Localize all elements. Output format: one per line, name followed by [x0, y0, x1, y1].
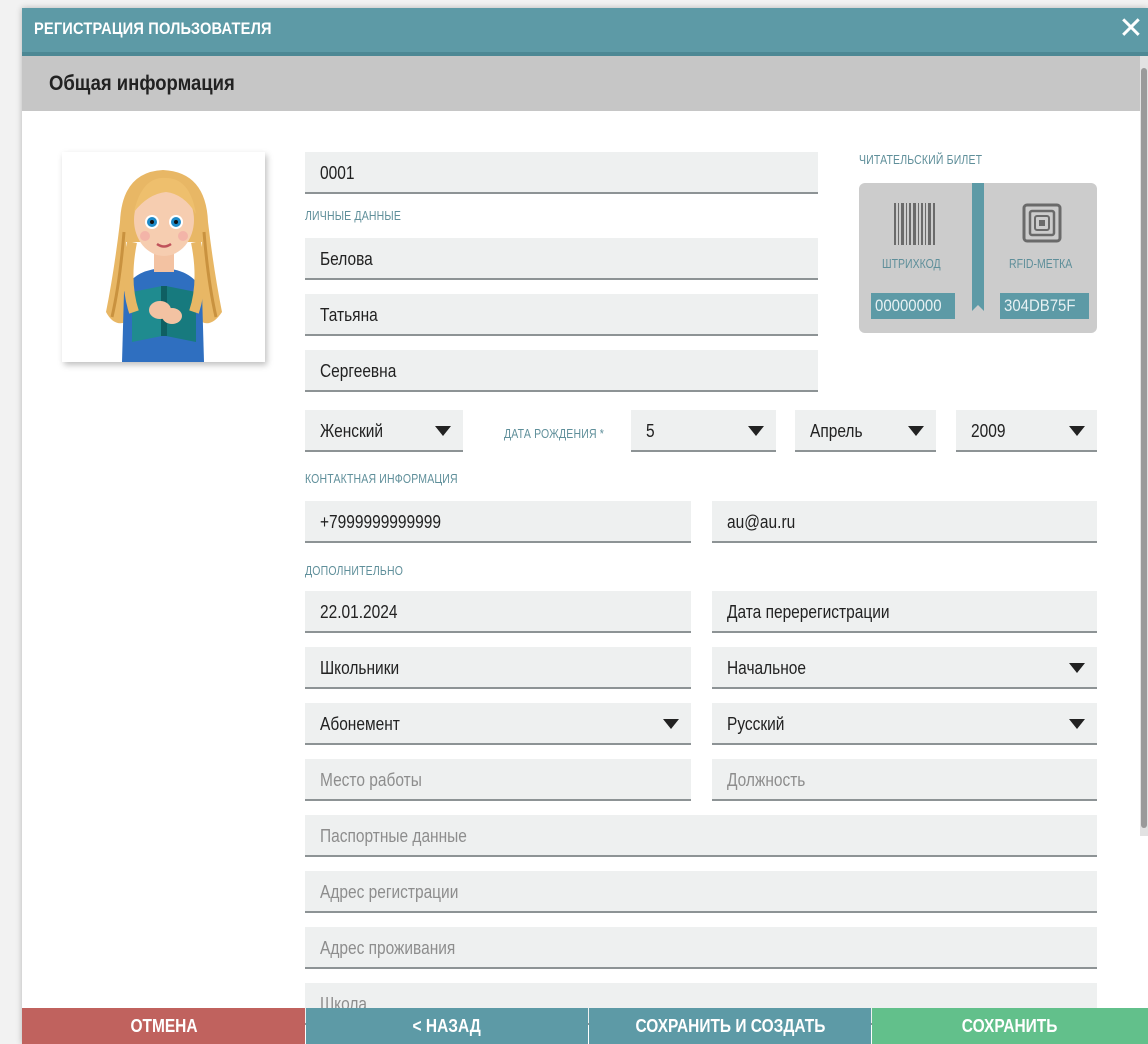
- scrollbar[interactable]: [1140, 56, 1148, 836]
- back-button[interactable]: < НАЗАД: [306, 1008, 588, 1044]
- contact-info-label: КОНТАКТНАЯ ИНФОРМАЦИЯ: [305, 472, 458, 486]
- barcode-caption: ШТРИХКОД: [882, 257, 941, 271]
- section-header: Общая информация: [22, 56, 1148, 111]
- chevron-down-icon: [663, 719, 679, 729]
- rfid-icon: [1022, 203, 1062, 243]
- birth-month-select[interactable]: Апрель: [795, 410, 936, 452]
- barcode-icon: [894, 203, 935, 245]
- reregistration-date-field[interactable]: Дата перерегистрации: [712, 591, 1097, 633]
- chevron-down-icon: [435, 426, 451, 436]
- email-field[interactable]: au@au.ru: [712, 501, 1097, 543]
- scrollbar-thumb[interactable]: [1141, 68, 1147, 828]
- chevron-down-icon: [748, 426, 764, 436]
- section-title: Общая информация: [49, 72, 235, 95]
- card-divider-notch: [972, 305, 984, 311]
- registration-date-field[interactable]: 22.01.2024: [305, 591, 691, 633]
- first-name-field[interactable]: Татьяна: [305, 294, 818, 336]
- education-select[interactable]: Начальное: [712, 647, 1097, 689]
- dialog-title: РЕГИСТРАЦИЯ ПОЛЬЗОВАТЕЛЯ: [34, 19, 272, 38]
- dialog-titlebar: РЕГИСТРАЦИЯ ПОЛЬЗОВАТЕЛЯ ✕: [22, 8, 1148, 52]
- passport-field[interactable]: Паспортные данные: [305, 815, 1097, 857]
- dialog-footer: ОТМЕНА < НАЗАД СОХРАНИТЬ И СОЗДАТЬ СОХРА…: [22, 1008, 1148, 1044]
- close-icon[interactable]: ✕: [1116, 12, 1146, 46]
- card-number-field[interactable]: 0001: [305, 152, 818, 194]
- reader-card-label: ЧИТАТЕЛЬСКИЙ БИЛЕТ: [859, 153, 983, 167]
- last-name-field[interactable]: Белова: [305, 238, 818, 280]
- middle-name-field[interactable]: Сергеевна: [305, 350, 818, 392]
- save-and-create-button[interactable]: СОХРАНИТЬ И СОЗДАТЬ: [589, 1008, 871, 1044]
- category-field[interactable]: Школьники: [305, 647, 691, 689]
- birth-year-select[interactable]: 2009: [956, 410, 1097, 452]
- birth-date-label: ДАТА РОЖДЕНИЯ *: [504, 427, 605, 441]
- chevron-down-icon: [908, 426, 924, 436]
- chevron-down-icon: [1069, 426, 1085, 436]
- avatar[interactable]: [62, 152, 265, 362]
- language-select[interactable]: Русский: [712, 703, 1097, 745]
- birth-day-select[interactable]: 5: [631, 410, 776, 452]
- additional-label: ДОПОЛНИТЕЛЬНО: [305, 564, 404, 578]
- registration-address-field[interactable]: Адрес регистрации: [305, 871, 1097, 913]
- chevron-down-icon: [1069, 719, 1085, 729]
- gender-select[interactable]: Женский: [305, 410, 463, 452]
- phone-field[interactable]: +7999999999999: [305, 501, 691, 543]
- service-type-select[interactable]: Абонемент: [305, 703, 691, 745]
- residence-address-field[interactable]: Адрес проживания: [305, 927, 1097, 969]
- card-divider: [972, 183, 984, 311]
- reader-card-panel: ШТРИХКОД 00000000 RFID-МЕТКА 304DB75F: [859, 183, 1097, 333]
- position-field[interactable]: Должность: [712, 759, 1097, 801]
- rfid-caption: RFID-МЕТКА: [1009, 257, 1073, 271]
- chevron-down-icon: [1069, 663, 1085, 673]
- barcode-value[interactable]: 00000000: [871, 293, 955, 319]
- rfid-value[interactable]: 304DB75F: [1000, 293, 1090, 319]
- avatar-illustration: [62, 152, 265, 362]
- cancel-button[interactable]: ОТМЕНА: [22, 1008, 305, 1044]
- save-button[interactable]: СОХРАНИТЬ: [872, 1008, 1148, 1044]
- user-registration-dialog: РЕГИСТРАЦИЯ ПОЛЬЗОВАТЕЛЯ ✕ Общая информа…: [22, 8, 1148, 1044]
- workplace-field[interactable]: Место работы: [305, 759, 691, 801]
- personal-data-label: ЛИЧНЫЕ ДАННЫЕ: [305, 209, 402, 223]
